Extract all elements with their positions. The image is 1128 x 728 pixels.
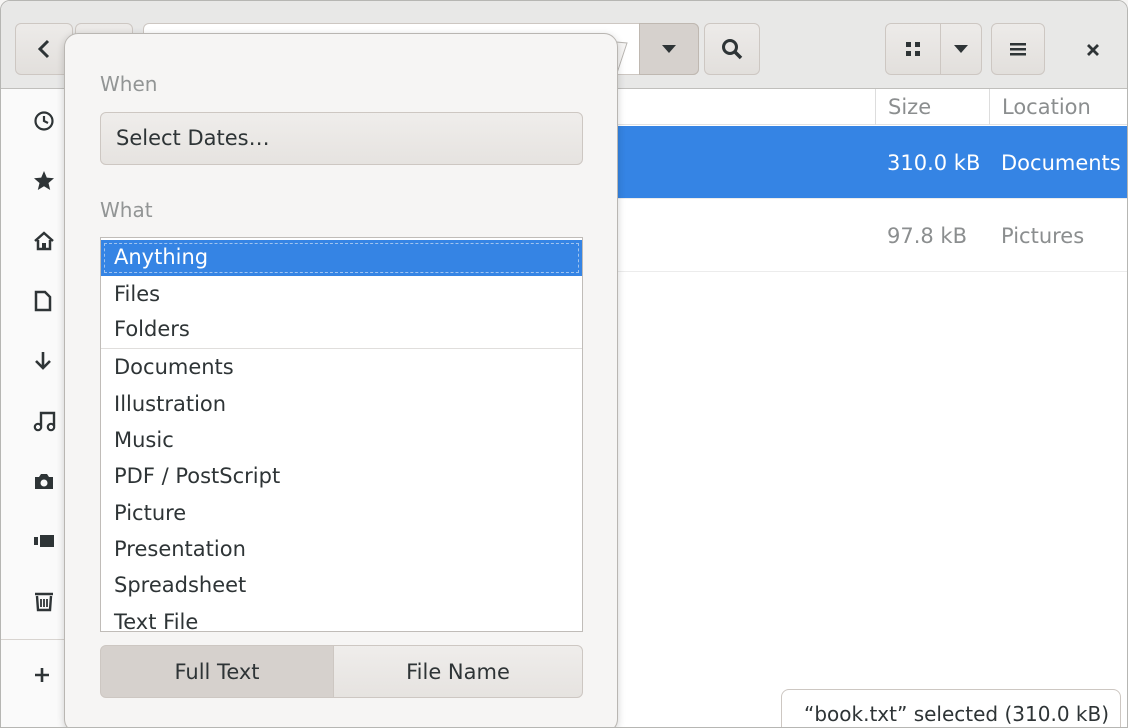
hamburger-menu-icon [1010, 43, 1026, 56]
close-icon [1087, 44, 1099, 56]
add-icon [35, 668, 49, 682]
home-icon [34, 231, 54, 251]
list-item-music[interactable]: Music [101, 423, 582, 459]
list-item-documents[interactable]: Documents [101, 350, 582, 386]
list-item-pdf-postscript[interactable]: PDF / PostScript [101, 459, 582, 495]
recent-icon [34, 111, 54, 131]
file-name-toggle[interactable]: File Name [333, 645, 583, 698]
camera-icon [35, 474, 53, 489]
full-text-toggle[interactable]: Full Text [100, 645, 334, 698]
view-options-button[interactable] [940, 23, 982, 75]
close-button[interactable] [1075, 37, 1111, 63]
chevron-left-icon [37, 39, 50, 59]
list-item-folders[interactable]: Folders [101, 312, 582, 348]
download-icon [35, 352, 51, 370]
list-item-spreadsheet[interactable]: Spreadsheet [101, 568, 582, 604]
what-type-list: Anything Files Folders Documents Illustr… [100, 237, 583, 632]
menu-button[interactable] [991, 23, 1045, 75]
search-icon [722, 39, 743, 60]
list-item-presentation[interactable]: Presentation [101, 532, 582, 568]
starred-icon [34, 171, 54, 190]
search-filter-popover: When Select Dates… What Anything Files F… [64, 33, 618, 727]
document-icon [34, 290, 52, 312]
list-item-files[interactable]: Files [101, 277, 582, 313]
file-location: Pictures [1001, 223, 1085, 248]
file-size: 97.8 kB [887, 223, 968, 248]
list-item-picture[interactable]: Picture [101, 496, 582, 532]
column-header-location[interactable]: Location [989, 89, 1127, 125]
video-icon [34, 535, 54, 547]
list-item-anything[interactable]: Anything [101, 240, 582, 276]
what-label: What [100, 198, 153, 222]
column-header-size[interactable]: Size [875, 89, 989, 125]
chevron-down-icon [662, 45, 676, 53]
trash-icon [35, 592, 53, 612]
when-label: When [100, 72, 158, 96]
file-size: 310.0 kB [887, 150, 981, 175]
search-filter-dropdown-button[interactable] [639, 23, 699, 75]
select-dates-button[interactable]: Select Dates… [100, 112, 583, 165]
selection-status: “book.txt” selected (310.0 kB) [781, 689, 1121, 727]
chevron-down-icon [954, 45, 968, 53]
list-divider [101, 348, 582, 349]
list-item-illustration[interactable]: Illustration [101, 387, 582, 423]
view-grid-button[interactable] [885, 23, 941, 75]
file-location: Documents [1001, 150, 1121, 175]
list-item-text-file[interactable]: Text File [101, 605, 582, 631]
search-button[interactable] [704, 23, 760, 75]
file-manager-window: Size Location 310.0 kB Documents 97.8 kB… [0, 0, 1128, 728]
grid-icon [906, 42, 920, 56]
music-icon [33, 411, 56, 432]
